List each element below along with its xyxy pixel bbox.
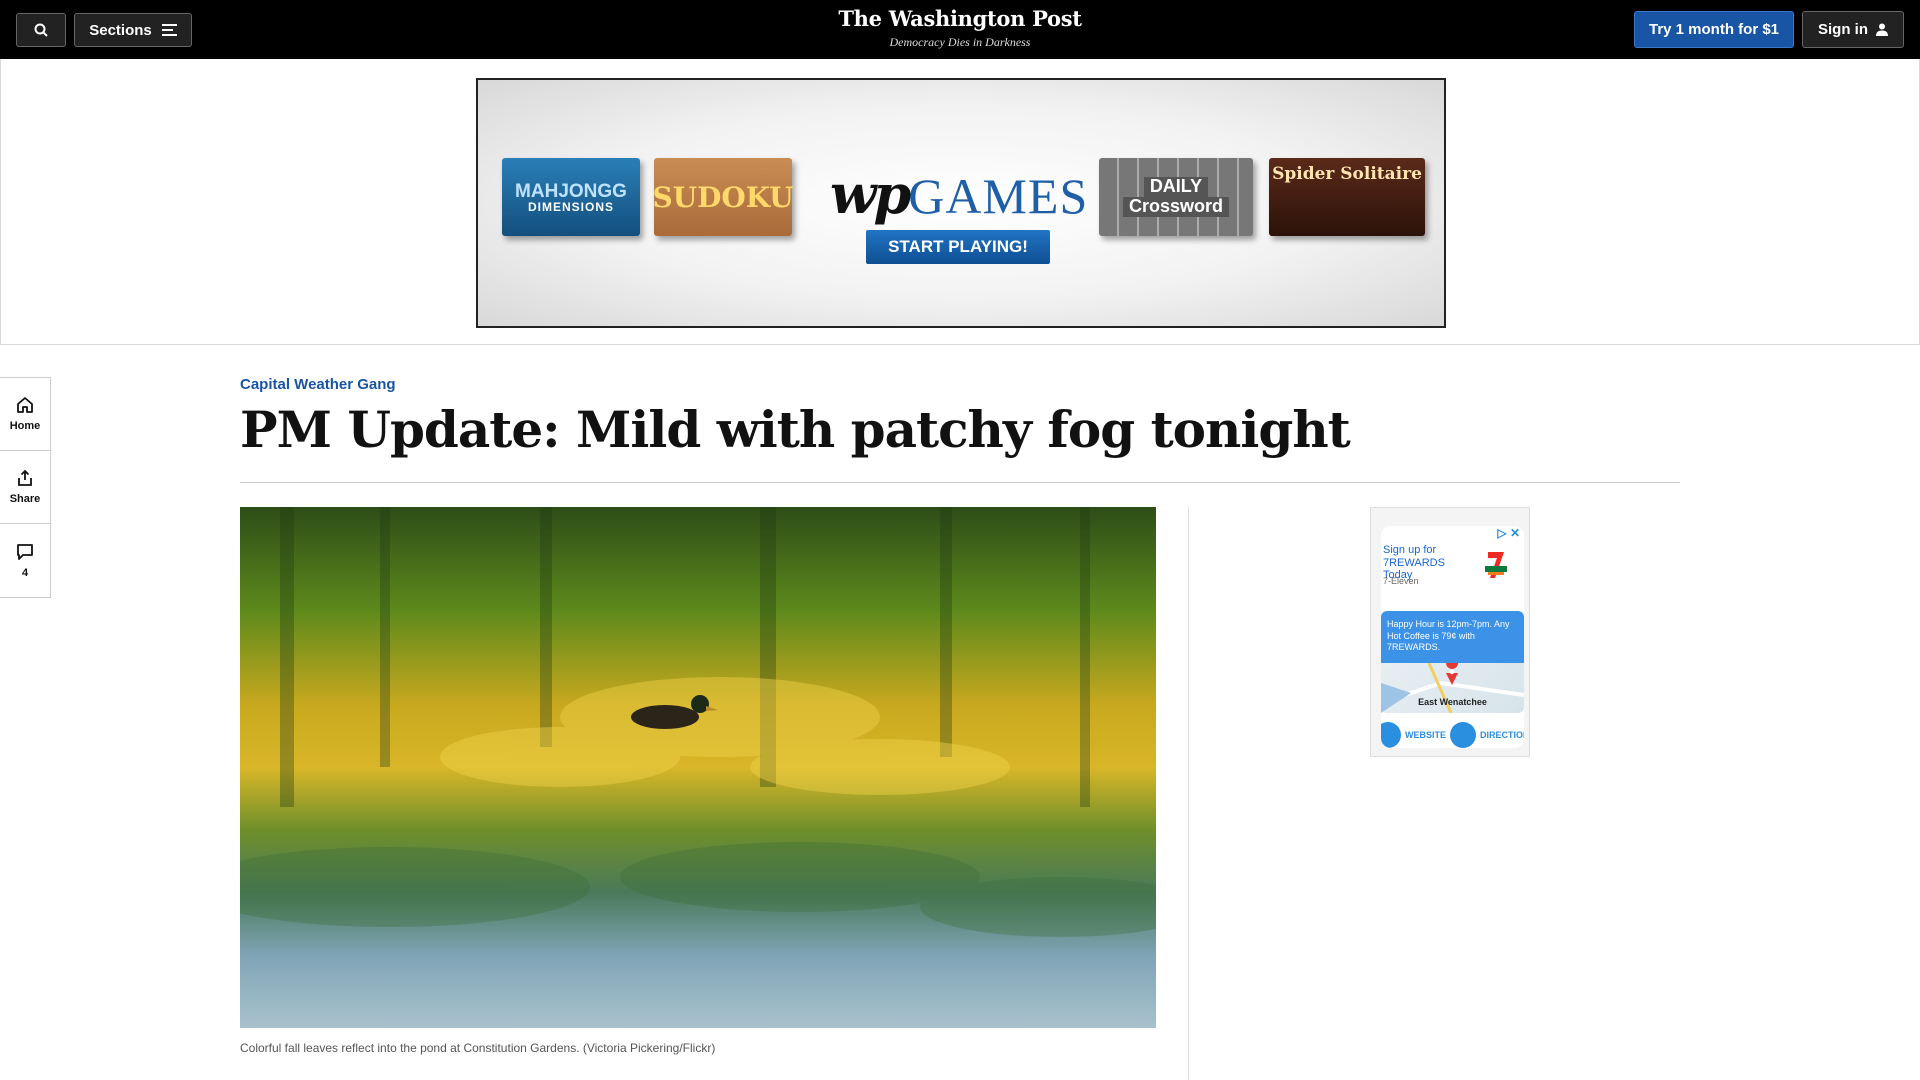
- pond-reflection-image: [240, 507, 1156, 1028]
- ad-map[interactable]: East Wenatchee: [1381, 657, 1524, 714]
- ad-website-link[interactable]: WEBSITE: [1405, 730, 1446, 740]
- sections-button[interactable]: Sections: [74, 13, 192, 47]
- logo-name: The Washington Post: [838, 6, 1082, 31]
- sidebar-ad-card[interactable]: ▷ ✕ Sign up for 7REWARDS Today 7-Eleven …: [1381, 526, 1524, 748]
- sidebar-ad[interactable]: ▷ ✕ Sign up for 7REWARDS Today 7-Eleven …: [1370, 507, 1530, 757]
- sudoku-tile[interactable]: SUDOKU: [652, 158, 794, 236]
- mahjongg-tile[interactable]: MAHJONGG DIMENSIONS: [502, 158, 640, 236]
- directions-icon[interactable]: [1450, 722, 1477, 748]
- ad-advertiser: 7-Eleven: [1383, 576, 1419, 586]
- article-side-rail: Home Share 4: [0, 377, 51, 598]
- search-button[interactable]: [16, 13, 66, 47]
- crossword-title-bottom: Crossword: [1122, 196, 1230, 217]
- comment-icon: [17, 543, 33, 560]
- map-location-label: East Wenatchee: [1418, 697, 1487, 707]
- sections-label: Sections: [89, 21, 152, 39]
- sign-in-button[interactable]: Sign in: [1802, 11, 1904, 48]
- globe-icon[interactable]: [1381, 722, 1401, 748]
- section-kicker-link[interactable]: Capital Weather Gang: [240, 376, 396, 393]
- rail-comments-button[interactable]: 4: [0, 524, 50, 597]
- rail-share-label: Share: [9, 493, 41, 505]
- lead-photo: [240, 507, 1156, 1028]
- mahjongg-subtitle: DIMENSIONS: [527, 199, 614, 214]
- menu-icon: [161, 24, 177, 36]
- crossword-title-top: DAILY: [1143, 176, 1209, 197]
- article-headline: PM Update: Mild with patchy fog tonight: [240, 400, 1351, 459]
- ad-choices-icons[interactable]: ▷ ✕: [1497, 526, 1520, 540]
- sign-in-label: Sign in: [1818, 21, 1868, 38]
- close-icon[interactable]: ✕: [1510, 526, 1520, 540]
- column-divider: [1188, 507, 1189, 1080]
- share-icon: [18, 469, 32, 486]
- rail-share-button[interactable]: Share: [0, 451, 50, 524]
- banner-ad-container: MAHJONGG DIMENSIONS SUDOKU wpGAMES START…: [0, 59, 1920, 345]
- ad-offer-text[interactable]: Happy Hour is 12pm-7pm. Any Hot Coffee i…: [1381, 611, 1524, 663]
- wp-games-logo: wpGAMES: [830, 162, 1087, 226]
- spider-solitaire-tile[interactable]: Spider Solitaire: [1269, 158, 1425, 236]
- start-playing-button[interactable]: START PLAYING!: [866, 230, 1050, 264]
- home-icon: [17, 397, 33, 413]
- user-icon: [1876, 23, 1888, 36]
- trial-subscribe-button[interactable]: Try 1 month for $1: [1634, 11, 1794, 48]
- wp-games-logo-wp: wp: [830, 162, 911, 226]
- wp-games-logo-games: GAMES: [908, 168, 1089, 224]
- seven-eleven-logo: [1482, 548, 1510, 586]
- rail-comments-count: 4: [21, 566, 29, 579]
- wp-games-banner-ad[interactable]: MAHJONGG DIMENSIONS SUDOKU wpGAMES START…: [476, 78, 1446, 328]
- headline-divider: [240, 482, 1680, 483]
- ad-directions-link[interactable]: DIRECTIONS: [1480, 730, 1524, 740]
- search-icon: [34, 23, 48, 37]
- photo-caption: Colorful fall leaves reflect into the po…: [240, 1041, 716, 1055]
- ad-actions: WEBSITE DIRECTIONS: [1381, 722, 1524, 748]
- ad-choices-icon[interactable]: ▷: [1497, 526, 1506, 540]
- crossword-tile[interactable]: DAILY Crossword: [1099, 158, 1253, 236]
- mahjongg-title: MAHJONGG: [515, 180, 627, 202]
- rail-home-button[interactable]: Home: [0, 378, 50, 451]
- rail-home-label: Home: [9, 420, 41, 432]
- site-logo[interactable]: The Washington Post Democracy Dies in Da…: [810, 6, 1110, 50]
- top-navigation: Sections The Washington Post Democracy D…: [0, 0, 1920, 59]
- logo-tagline: Democracy Dies in Darkness: [889, 35, 1031, 49]
